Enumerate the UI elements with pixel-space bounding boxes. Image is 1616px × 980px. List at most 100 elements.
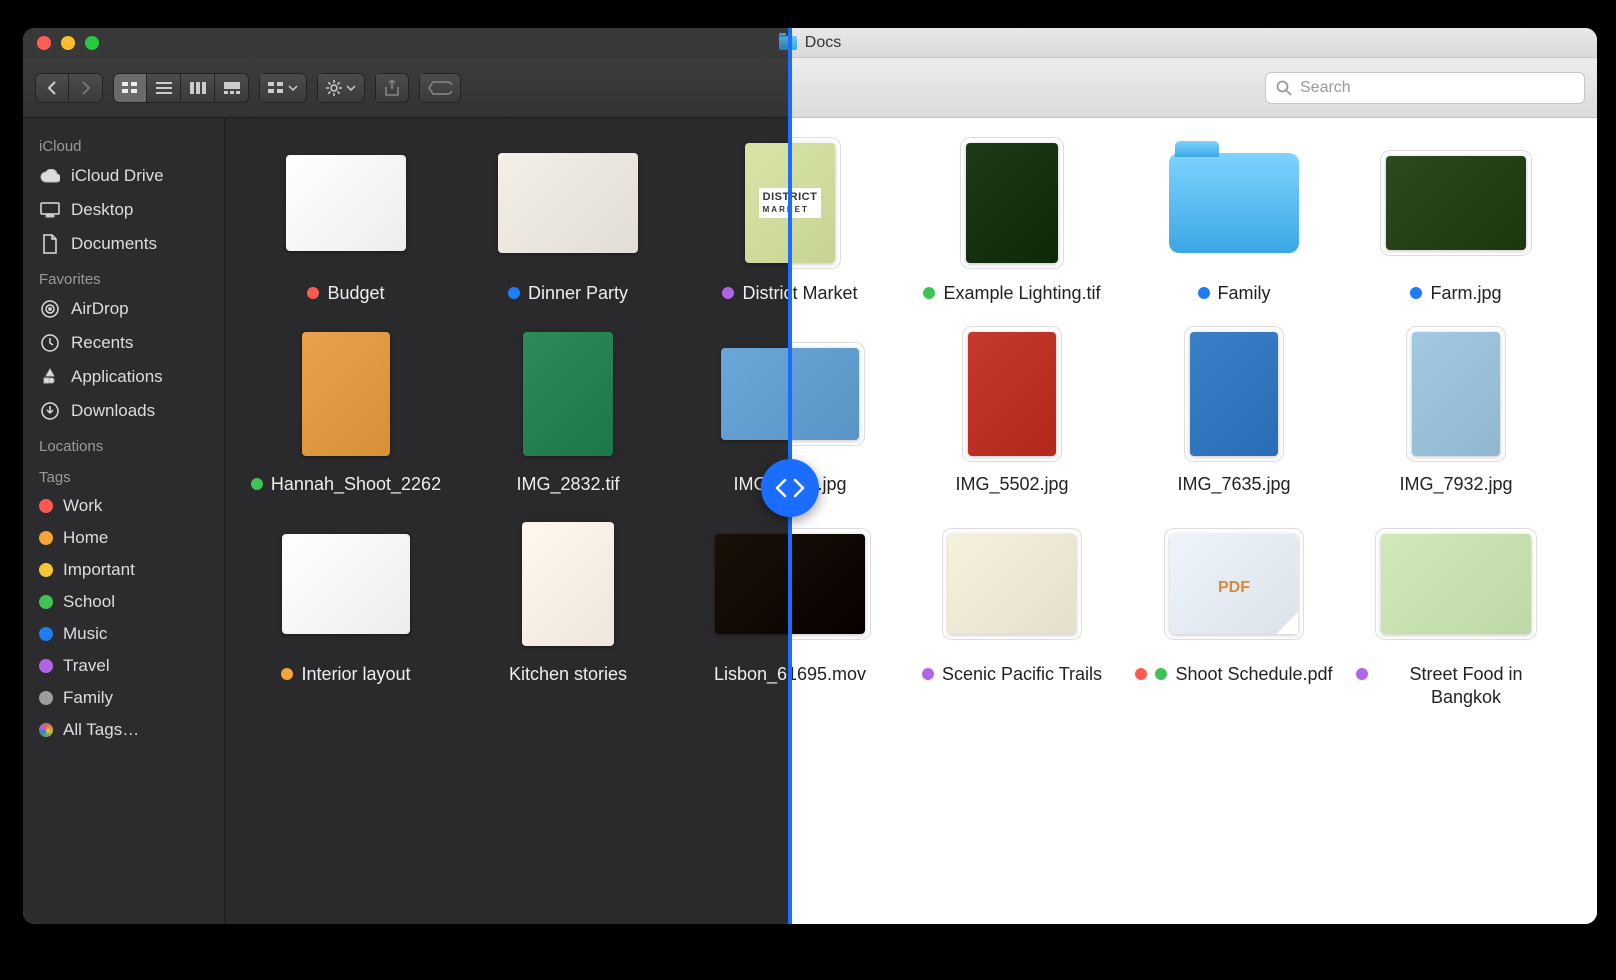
sidebar-item[interactable]: Desktop xyxy=(23,193,224,227)
sidebar-item[interactable]: Work xyxy=(23,490,224,522)
file-item[interactable]: Dinner Party xyxy=(457,138,679,305)
sidebar-item-label: Travel xyxy=(63,656,110,676)
view-gallery-button[interactable] xyxy=(215,73,249,103)
file-name: Interior layout xyxy=(301,663,410,686)
file-thumbnail xyxy=(302,332,390,456)
sidebar-item-label: Important xyxy=(63,560,135,580)
comparison-slider[interactable] xyxy=(788,28,792,924)
search-placeholder: Search xyxy=(1300,79,1351,97)
sidebar-item[interactable]: Downloads xyxy=(23,394,224,428)
tag-dot-icon xyxy=(922,668,934,680)
file-name: Dinner Party xyxy=(528,282,628,305)
file-caption: IMG_2832.tif xyxy=(516,473,619,496)
file-item[interactable]: Scenic Pacific Trails xyxy=(901,519,1123,708)
tag-dot-icon xyxy=(251,478,263,490)
sidebar-item[interactable]: AirDrop xyxy=(23,292,224,326)
group-button[interactable] xyxy=(259,73,307,103)
file-item[interactable]: IMG_7932.jpg xyxy=(1345,329,1567,496)
sidebar-item[interactable]: iCloud Drive xyxy=(23,159,224,193)
file-caption: Budget xyxy=(307,282,384,305)
slider-knob[interactable] xyxy=(761,459,819,517)
file-name: Scenic Pacific Trails xyxy=(942,663,1102,686)
file-item[interactable]: Farm.jpg xyxy=(1345,138,1567,305)
file-caption: Interior layout xyxy=(281,663,410,686)
tag-dot-icon xyxy=(1410,287,1422,299)
sidebar-item-label: Home xyxy=(63,528,108,548)
file-caption: Family xyxy=(1198,282,1271,305)
nav-segment xyxy=(35,73,103,103)
file-thumbnail xyxy=(522,522,614,646)
apps-icon xyxy=(39,366,61,388)
sidebar: iCloudiCloud DriveDesktopDocumentsFavori… xyxy=(23,118,225,924)
tag-dot-icon xyxy=(1135,668,1147,680)
file-item[interactable]: Kitchen stories xyxy=(457,519,679,708)
file-name: Budget xyxy=(327,282,384,305)
tag-dot-icon xyxy=(1198,287,1210,299)
file-name: IMG_2832.tif xyxy=(516,473,619,496)
tag-dot-icon xyxy=(39,627,53,641)
file-caption: Scenic Pacific Trails xyxy=(922,663,1102,686)
file-item[interactable]: IMG_5502.jpg xyxy=(901,329,1123,496)
back-button[interactable] xyxy=(35,73,69,103)
sidebar-item[interactable]: Applications xyxy=(23,360,224,394)
sidebar-item[interactable]: Home xyxy=(23,522,224,554)
view-columns-button[interactable] xyxy=(181,73,215,103)
share-button[interactable] xyxy=(375,73,409,103)
desktop-icon xyxy=(39,199,61,221)
action-button[interactable] xyxy=(317,73,365,103)
sidebar-item[interactable]: Family xyxy=(23,682,224,714)
file-thumbnail xyxy=(1190,332,1278,456)
sidebar-item[interactable]: Important xyxy=(23,554,224,586)
file-name: IMG_5502.jpg xyxy=(955,473,1068,496)
tag-dot-icon xyxy=(281,668,293,680)
file-thumbnail xyxy=(286,155,406,251)
view-list-button[interactable] xyxy=(147,73,181,103)
file-item[interactable]: Hannah_Shoot_2262 xyxy=(235,329,457,496)
traffic-minimize[interactable] xyxy=(61,36,75,50)
download-icon xyxy=(39,400,61,422)
sidebar-item-label: School xyxy=(63,592,115,612)
sidebar-item-label: Documents xyxy=(71,234,157,254)
file-name: Street Food in Bangkok xyxy=(1376,663,1556,708)
sidebar-item[interactable]: Documents xyxy=(23,227,224,261)
file-item[interactable]: IMG_2832.tif xyxy=(457,329,679,496)
file-item[interactable]: PDFShoot Schedule.pdf xyxy=(1123,519,1345,708)
file-name: Family xyxy=(1218,282,1271,305)
sidebar-item-label: iCloud Drive xyxy=(71,166,164,186)
tag-dot-icon xyxy=(39,691,53,705)
forward-button[interactable] xyxy=(69,73,103,103)
sidebar-item[interactable]: School xyxy=(23,586,224,618)
tag-dot-icon xyxy=(39,659,53,673)
file-caption: IMG_7635.jpg xyxy=(1177,473,1290,496)
titlebar-title: Docs xyxy=(805,34,841,52)
sidebar-item-label: All Tags… xyxy=(63,720,139,740)
file-caption: Dinner Party xyxy=(508,282,628,305)
sidebar-item[interactable]: Travel xyxy=(23,650,224,682)
sidebar-item[interactable]: Music xyxy=(23,618,224,650)
tag-dot-icon xyxy=(1155,668,1167,680)
file-caption: IMG_5502.jpg xyxy=(955,473,1068,496)
file-caption: Shoot Schedule.pdf xyxy=(1135,663,1332,686)
file-caption: Hannah_Shoot_2262 xyxy=(251,473,441,496)
sidebar-item-label: Desktop xyxy=(71,200,133,220)
sidebar-item-label: Downloads xyxy=(71,401,155,421)
file-item[interactable]: Example Lighting.tif xyxy=(901,138,1123,305)
file-item[interactable]: Interior layout xyxy=(235,519,457,708)
view-icons-button[interactable] xyxy=(113,73,147,103)
clock-icon xyxy=(39,332,61,354)
search-field[interactable]: Search xyxy=(1265,72,1585,104)
sidebar-heading: Locations xyxy=(23,428,224,459)
file-item[interactable]: Family xyxy=(1123,138,1345,305)
cloud-icon xyxy=(39,165,61,187)
file-caption: Kitchen stories xyxy=(509,663,627,686)
file-name: Shoot Schedule.pdf xyxy=(1175,663,1332,686)
file-name: IMG_7635.jpg xyxy=(1177,473,1290,496)
sidebar-item[interactable]: Recents xyxy=(23,326,224,360)
file-item[interactable]: IMG_7635.jpg xyxy=(1123,329,1345,496)
file-item[interactable]: Budget xyxy=(235,138,457,305)
sidebar-item[interactable]: All Tags… xyxy=(23,714,224,746)
traffic-close[interactable] xyxy=(37,36,51,50)
file-item[interactable]: Street Food in Bangkok xyxy=(1345,519,1567,708)
tags-button[interactable] xyxy=(419,73,461,103)
traffic-zoom[interactable] xyxy=(85,36,99,50)
